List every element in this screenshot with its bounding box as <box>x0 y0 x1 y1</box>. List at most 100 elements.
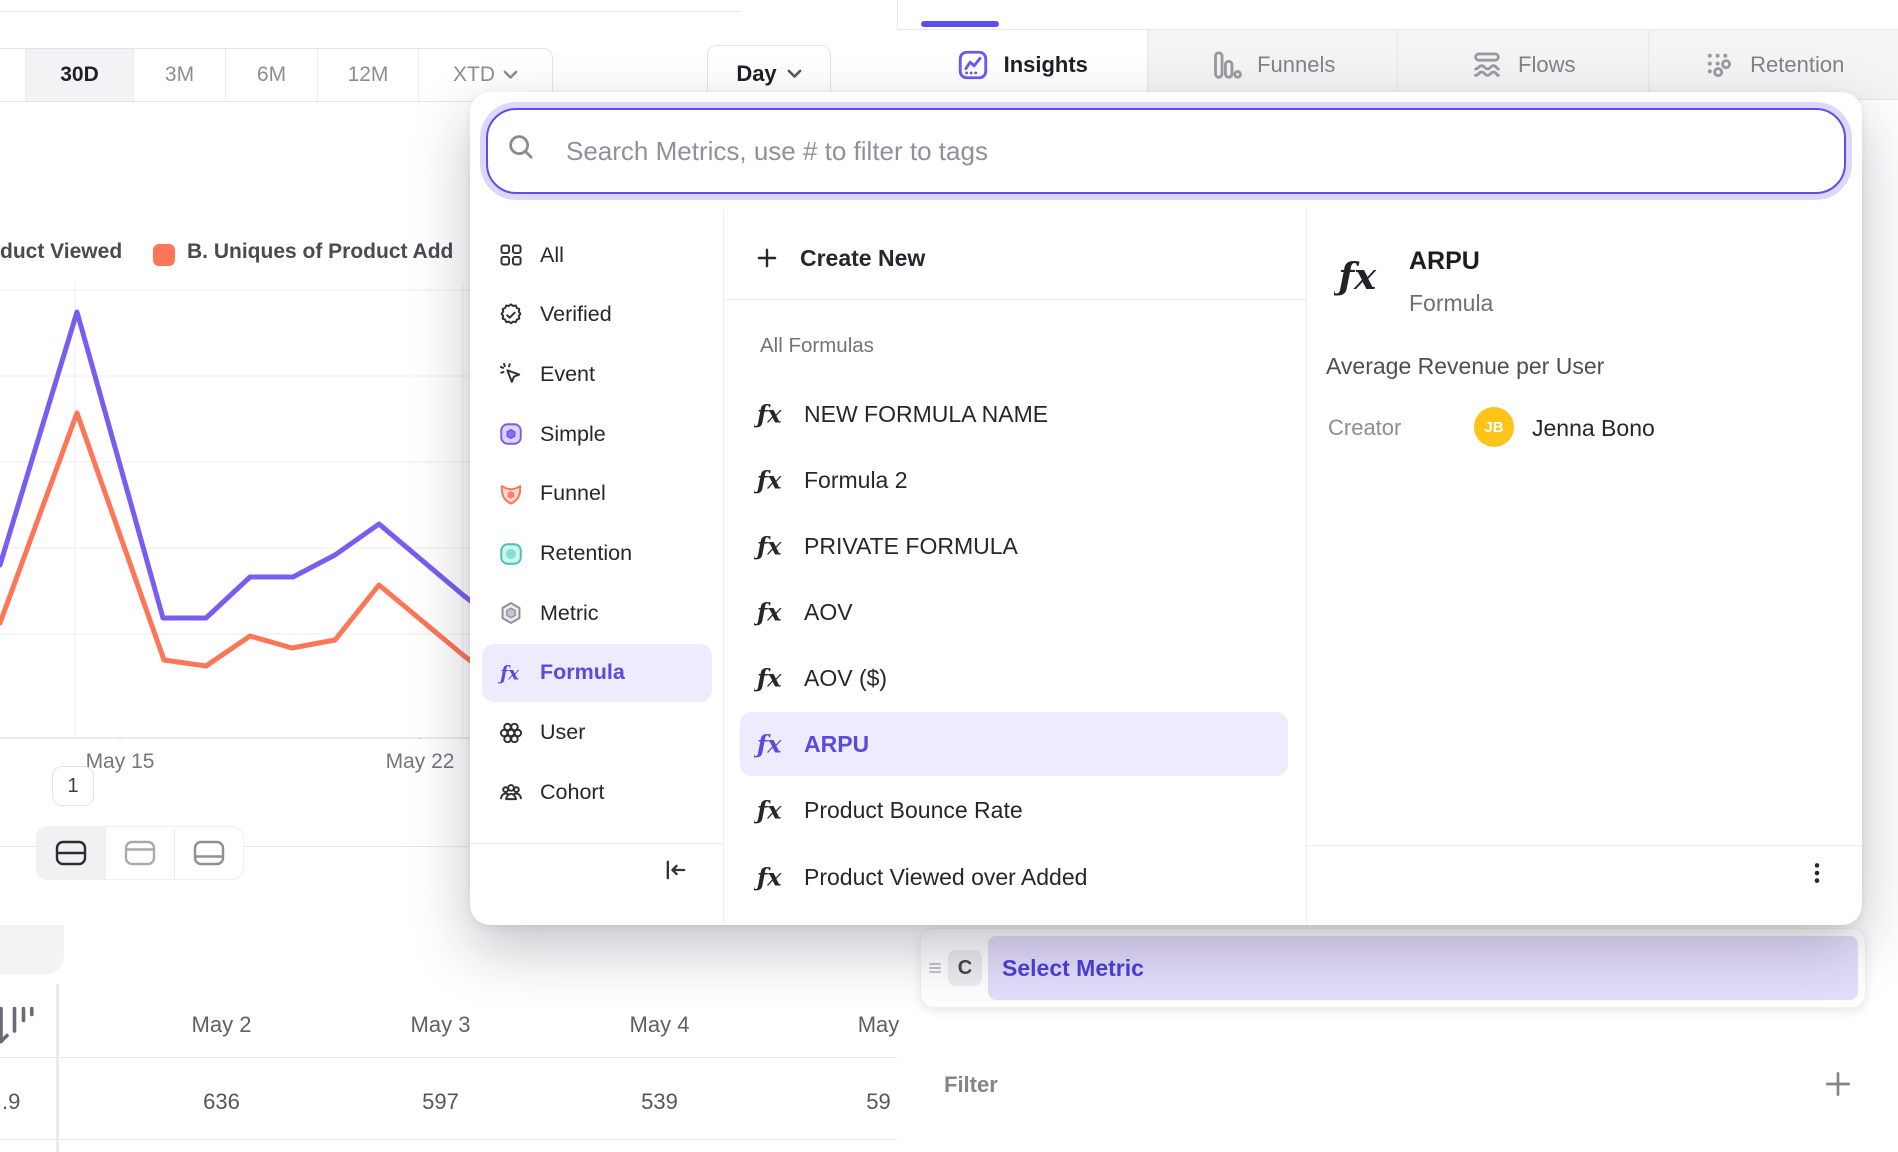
creator-label: Creator <box>1328 415 1401 441</box>
formula-fx-icon: ƒx <box>754 793 788 827</box>
table-value-cell[interactable]: 636 <box>112 1089 331 1115</box>
svg-text:ƒx: ƒx <box>754 400 782 429</box>
creator-initials: JB <box>1484 419 1503 436</box>
layout-toggle-group <box>36 826 244 880</box>
formula-item[interactable]: ƒx AOV ($) <box>740 646 1288 710</box>
page-number-button[interactable]: 1 <box>52 766 94 806</box>
range-6m-button[interactable]: 6M <box>226 49 318 101</box>
verified-badge-icon <box>498 302 524 328</box>
date-range-partial-segment[interactable] <box>0 49 26 101</box>
table-header-cell[interactable]: May 4 <box>550 1012 769 1038</box>
cohort-people-icon <box>498 779 524 805</box>
formula-item[interactable]: ƒx PRIVATE FORMULA <box>740 514 1288 578</box>
svg-text:ƒx: ƒx <box>754 598 782 627</box>
formula-item[interactable]: ƒx Formula 2 <box>740 448 1288 512</box>
tab-flows[interactable]: Flows <box>1397 30 1648 100</box>
tab-retention[interactable]: Retention <box>1648 30 1898 100</box>
line-chart[interactable] <box>0 283 476 739</box>
formula-item-label: AOV ($) <box>804 665 887 692</box>
funnel-metric-icon <box>498 481 524 507</box>
category-funnel[interactable]: Funnel <box>482 465 712 523</box>
tab-retention-label: Retention <box>1750 52 1844 78</box>
category-metric[interactable]: Metric <box>482 584 712 642</box>
range-30d-label: 30D <box>60 63 99 87</box>
range-3m-button[interactable]: 3M <box>134 49 226 101</box>
table-header-cell[interactable]: May 3 <box>331 1012 550 1038</box>
report-tabs: Insights Funnels Flows <box>897 30 1898 100</box>
formula-item-label: NEW FORMULA NAME <box>804 401 1048 428</box>
layout-top-icon <box>123 839 157 867</box>
range-3m-label: 3M <box>165 63 194 87</box>
creator-name: Jenna Bono <box>1532 415 1655 442</box>
category-event[interactable]: Event <box>482 345 712 403</box>
formula-item[interactable]: ƒx Product Bounce Rate <box>740 778 1288 842</box>
tab-funnels[interactable]: Funnels <box>1147 30 1398 100</box>
category-label: Formula <box>540 660 625 685</box>
category-formula[interactable]: ƒx Formula <box>482 644 712 702</box>
select-metric-label: Select Metric <box>1002 955 1144 982</box>
metric-row-letter-badge: C <box>948 950 982 986</box>
create-new-button[interactable]: Create New <box>740 226 1288 290</box>
frozen-column-divider <box>56 984 59 1152</box>
add-filter-button[interactable] <box>1822 1068 1854 1100</box>
legend-series-b-label: B. Uniques of Product Add <box>187 240 453 264</box>
category-retention[interactable]: Retention <box>482 525 712 583</box>
table-row-label-fragment: .9 <box>2 1089 20 1115</box>
category-simple[interactable]: Simple <box>482 405 712 463</box>
category-label: Verified <box>540 302 612 327</box>
metric-hexagon-icon <box>498 600 524 626</box>
svg-text:ƒx: ƒx <box>754 466 782 495</box>
table-view-tab[interactable] <box>0 925 64 974</box>
formula-item[interactable]: ƒx NEW FORMULA NAME <box>740 382 1288 446</box>
page-number-label: 1 <box>67 775 78 798</box>
detail-description: Average Revenue per User <box>1326 353 1604 380</box>
layout-table-only-button[interactable] <box>175 827 243 879</box>
category-label: User <box>540 720 585 745</box>
drag-handle-icon[interactable] <box>928 958 942 978</box>
tab-insights[interactable]: Insights <box>897 30 1147 100</box>
layout-split-button[interactable] <box>37 827 106 879</box>
category-all[interactable]: All <box>482 226 712 284</box>
tab-flows-label: Flows <box>1518 52 1575 78</box>
layout-bottom-icon <box>192 839 226 867</box>
category-user[interactable]: User <box>482 704 712 762</box>
svg-text:ƒx: ƒx <box>1334 254 1377 298</box>
search-input[interactable] <box>486 108 1846 194</box>
user-cluster-icon <box>498 720 524 746</box>
series-a-line <box>0 312 476 618</box>
range-30d-button[interactable]: 30D <box>26 49 134 101</box>
category-label: Retention <box>540 541 632 566</box>
range-12m-button[interactable]: 12M <box>318 49 419 101</box>
table-value-cell[interactable]: 539 <box>550 1089 769 1115</box>
collapse-sidebar-icon[interactable] <box>662 856 690 884</box>
category-label: Event <box>540 362 595 387</box>
funnels-bars-icon <box>1209 48 1243 82</box>
more-options-kebab-icon[interactable] <box>1804 860 1830 886</box>
range-xtd-label: XTD <box>453 63 495 87</box>
detail-title: ARPU <box>1409 247 1480 276</box>
category-verified[interactable]: Verified <box>482 286 712 344</box>
select-metric-button[interactable]: Select Metric <box>988 936 1858 1000</box>
formula-item-label: PRIVATE FORMULA <box>804 533 1018 560</box>
formula-item[interactable]: ƒx AOV <box>740 580 1288 644</box>
left-card-top-border <box>0 11 740 12</box>
layout-split-icon <box>54 839 88 867</box>
table-header-cell[interactable]: May <box>769 1012 988 1038</box>
formula-item[interactable]: ƒx Product Viewed over Added <box>740 845 1288 909</box>
svg-text:ƒx: ƒx <box>754 664 782 693</box>
table-header-cell[interactable]: May 2 <box>112 1012 331 1038</box>
simple-metric-icon <box>498 421 524 447</box>
grid-icon <box>498 242 524 268</box>
range-12m-label: 12M <box>348 63 389 87</box>
layout-chart-only-button[interactable] <box>106 827 175 879</box>
svg-text:ƒx: ƒx <box>754 532 782 561</box>
x-axis-label-2: May 22 <box>386 750 455 774</box>
formula-fx-icon: ƒx <box>498 660 524 686</box>
sort-descending-icon[interactable] <box>0 1004 34 1049</box>
formula-fx-icon: ƒx <box>754 727 788 761</box>
category-cohort[interactable]: Cohort <box>482 763 712 821</box>
table-value-cell[interactable]: 597 <box>331 1089 550 1115</box>
category-label: All <box>540 243 564 268</box>
formula-item-label: Formula 2 <box>804 467 908 494</box>
formula-item-selected[interactable]: ƒx ARPU <box>740 712 1288 776</box>
